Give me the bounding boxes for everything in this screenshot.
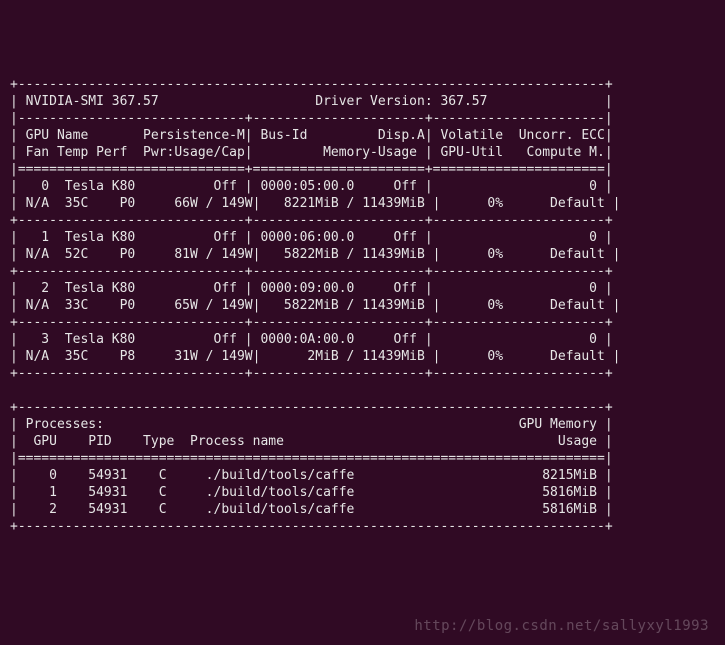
terminal-output: +---------------------------------------… <box>10 76 715 535</box>
watermark-text: http://blog.csdn.net/sallyxyl1993 <box>414 618 709 635</box>
